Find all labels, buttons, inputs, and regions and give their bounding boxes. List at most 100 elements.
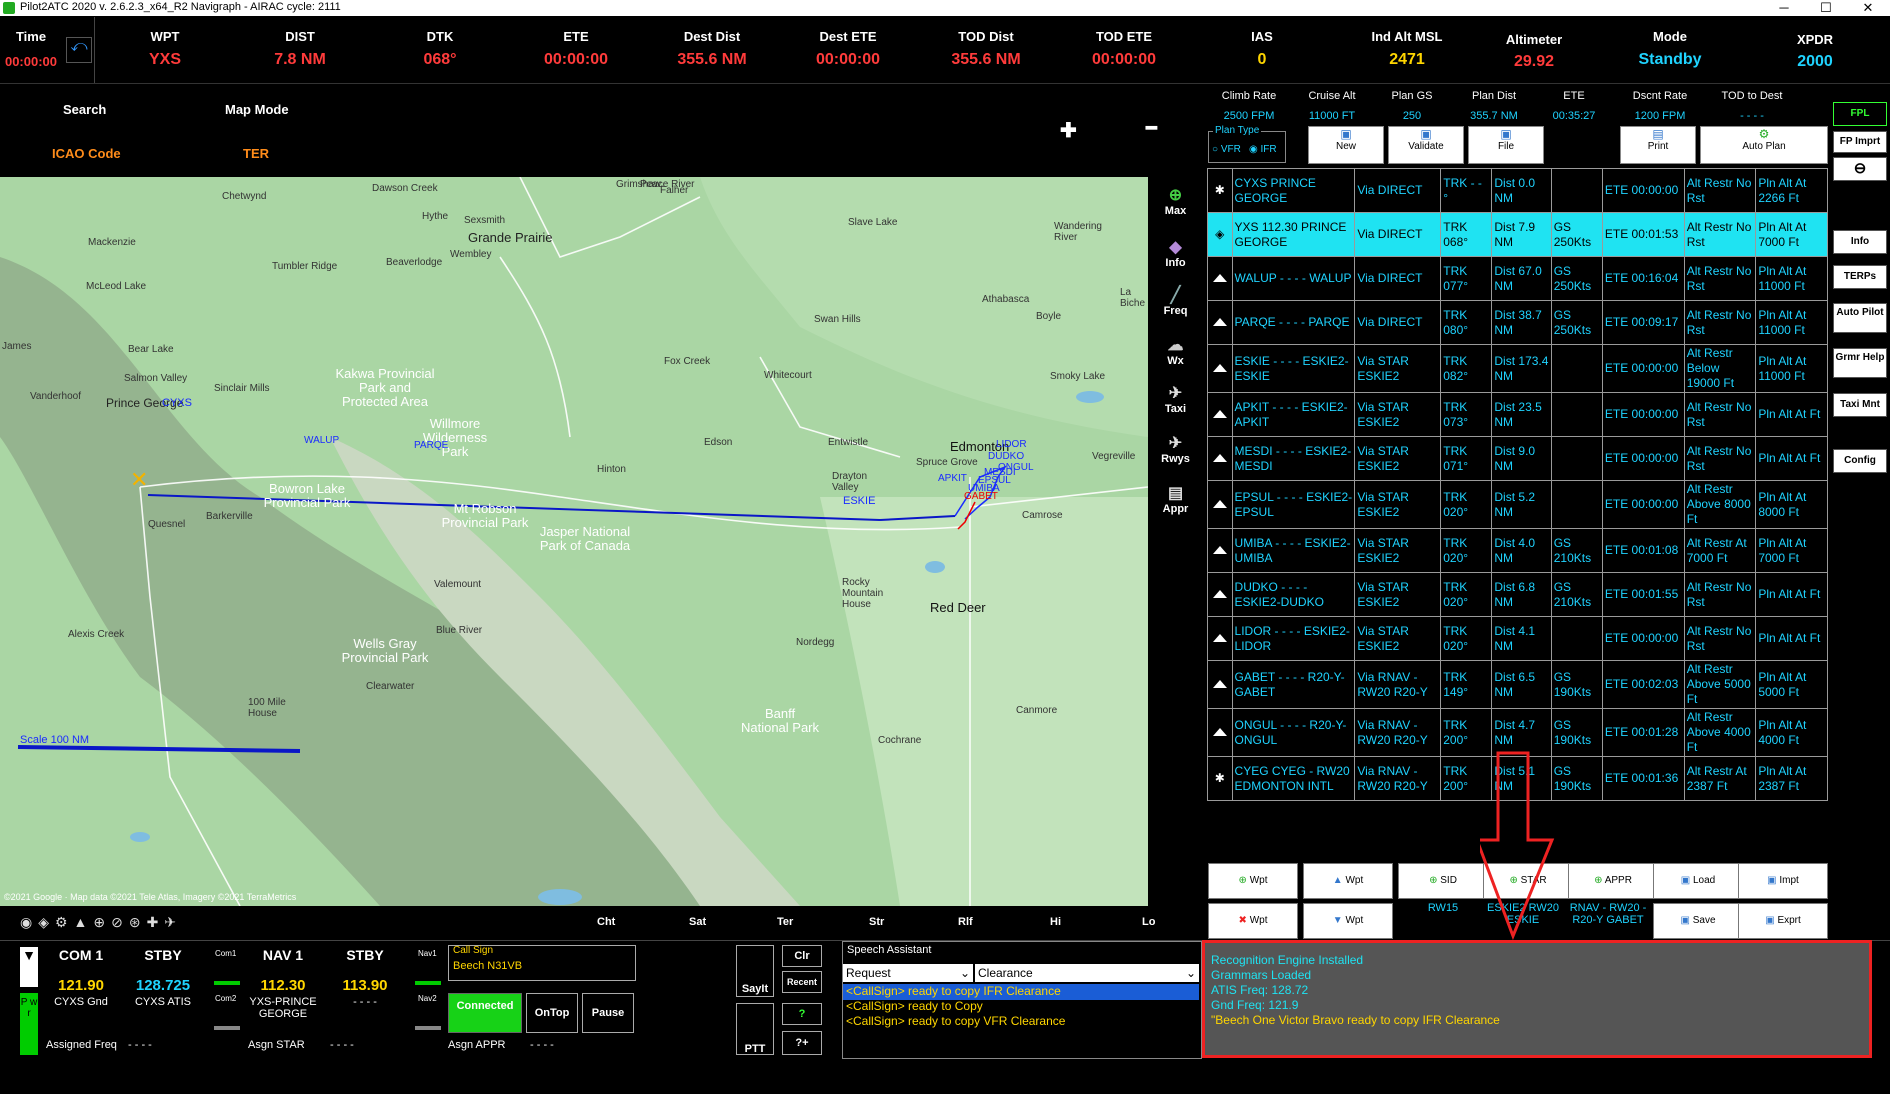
waypoint-cell-c3[interactable]: TRK - - ° (1440, 168, 1493, 213)
waypoint-cell-c5[interactable] (1550, 392, 1603, 437)
waypoint-row[interactable]: EPSUL - - - - ESKIE2-EPSUL Via STAR ESKIE… (1207, 480, 1828, 529)
mode-display[interactable]: Mode Standby (1620, 17, 1720, 69)
waypoint-cell-c4[interactable]: Dist 6.8 NM (1491, 572, 1552, 617)
auto-pilot-button[interactable]: Auto Pilot (1833, 303, 1887, 333)
waypoint-cell-c4[interactable]: Dist 0.0 NM (1491, 168, 1552, 213)
waypoint-cell-c3[interactable]: TRK 068° (1440, 212, 1493, 257)
map-max-button[interactable]: ⊕ Max (1148, 185, 1203, 217)
info-button[interactable]: Info (1833, 230, 1887, 254)
request-dropdown[interactable]: Request ⌄ (843, 964, 973, 982)
map-filter-icons[interactable]: ◉◈⚙▲⊕⊘⊛✚✈ (20, 914, 182, 931)
waypoint-cell-c2[interactable]: Via RNAV - RW20 R20-Y (1354, 756, 1442, 801)
ifr-radio[interactable]: ◉ IFR (1249, 144, 1277, 155)
delete-wpt-button[interactable]: ✖ Wpt (1208, 903, 1298, 939)
waypoint-cell-c7[interactable]: Alt Restr At 7000 Ft (1683, 528, 1757, 573)
waypoint-cell-c5[interactable] (1550, 344, 1603, 393)
waypoint-cell-c8[interactable]: Pln Alt At 2266 Ft (1755, 168, 1828, 213)
waypoint-cell-c2[interactable]: Via DIRECT (1354, 212, 1442, 257)
waypoint-cell-c7[interactable]: Alt Restr No Rst (1683, 256, 1757, 301)
load-button[interactable]: ▣ Load (1653, 863, 1743, 899)
waypoint-cell-c5[interactable]: GS 210Kts (1550, 572, 1603, 617)
move-wpt-up-button[interactable]: ▲ Wpt (1303, 863, 1393, 899)
waypoint-cell-c1[interactable]: DUDKO - - - - ESKIE2-DUDKO (1231, 572, 1356, 617)
waypoint-cell-c6[interactable]: ETE 00:00:00 (1601, 436, 1685, 481)
nav2-active-bar[interactable] (415, 1026, 441, 1030)
waypoint-cell-c1[interactable]: ONGUL - - - - R20-Y-ONGUL (1231, 708, 1356, 757)
waypoint-cell-c6[interactable]: ETE 00:00:00 (1601, 480, 1685, 529)
waypoint-cell-c3[interactable]: TRK 149° (1440, 660, 1493, 709)
print-plan-button[interactable]: ▤ Print (1620, 126, 1696, 164)
waypoint-cell-c4[interactable]: Dist 173.4 NM (1491, 344, 1552, 393)
sayit-button[interactable]: SayIt (736, 945, 774, 997)
waypoint-cell-c2[interactable]: Via STAR ESKIE2 (1354, 480, 1442, 529)
waypoint-cell-c4[interactable]: Dist 23.5 NM (1491, 392, 1552, 437)
pause-button[interactable]: Pause (582, 993, 634, 1033)
sid-button[interactable]: ⊕ SID (1398, 863, 1488, 899)
map-rwys-button[interactable]: ✈ Rwys (1148, 433, 1203, 465)
waypoint-cell-c6[interactable]: ETE 00:02:03 (1601, 660, 1685, 709)
waypoint-row[interactable]: GABET - - - - R20-Y-GABET Via RNAV - RW20… (1207, 660, 1828, 709)
connected-button[interactable]: Connected (448, 993, 522, 1033)
waypoint-cell-c6[interactable]: ETE 00:00:00 (1601, 168, 1685, 213)
help-plus-button[interactable]: ?+ (782, 1031, 822, 1055)
waypoint-cell-c8[interactable]: Pln Alt At 11000 Ft (1755, 344, 1828, 393)
waypoint-cell-c2[interactable]: Via DIRECT (1354, 256, 1442, 301)
waypoint-cell-c5[interactable] (1550, 616, 1603, 661)
waypoint-cell-c8[interactable]: Pln Alt At 4000 Ft (1755, 708, 1828, 757)
waypoint-cell-c2[interactable]: Via RNAV - RW20 R20-Y (1354, 660, 1442, 709)
waypoint-cell-c6[interactable]: ETE 00:09:17 (1601, 300, 1685, 345)
waypoint-cell-c7[interactable]: Alt Restr No Rst (1683, 168, 1757, 213)
speech-item-selected[interactable]: <CallSign> ready to copy IFR Clearance (843, 984, 1199, 1000)
waypoint-row[interactable]: ✱ CYXS PRINCE GEORGE Via DIRECT TRK - - ° Di… (1207, 168, 1828, 213)
waypoint-cell-c8[interactable]: Pln Alt At 5000 Ft (1755, 660, 1828, 709)
waypoint-cell-c7[interactable]: Alt Restr No Rst (1683, 212, 1757, 257)
waypoint-cell-c3[interactable]: TRK 082° (1440, 344, 1493, 393)
waypoint-cell-c4[interactable]: Dist 67.0 NM (1491, 256, 1552, 301)
waypoint-cell-c2[interactable]: Via DIRECT (1354, 168, 1442, 213)
map-info-button[interactable]: ◆ Info (1148, 237, 1203, 269)
waypoint-cell-c6[interactable]: ETE 00:01:08 (1601, 528, 1685, 573)
waypoint-cell-c5[interactable]: GS 250Kts (1550, 300, 1603, 345)
waypoint-cell-c7[interactable]: Alt Restr No Rst (1683, 392, 1757, 437)
map-mode-ter-button[interactable]: TER (243, 146, 269, 161)
waypoint-cell-c4[interactable]: Dist 6.5 NM (1491, 660, 1552, 709)
waypoint-cell-c4[interactable]: Dist 38.7 NM (1491, 300, 1552, 345)
waypoint-row[interactable]: PARQE - - - - PARQE Via DIRECT TRK 080° Dis… (1207, 300, 1828, 345)
nav1-active-bar[interactable] (415, 981, 441, 985)
move-wpt-down-button[interactable]: ▼ Wpt (1303, 903, 1393, 939)
waypoint-cell-c5[interactable] (1550, 436, 1603, 481)
waypoint-cell-c4[interactable]: Dist 5.2 NM (1491, 480, 1552, 529)
recent-button[interactable]: Recent (782, 971, 822, 993)
zoom-out-button[interactable]: ━ (1146, 118, 1157, 139)
collapse-button[interactable]: ▼ (20, 947, 38, 987)
waypoint-cell-c2[interactable]: Via STAR ESKIE2 (1354, 392, 1442, 437)
waypoint-cell-c2[interactable]: Via STAR ESKIE2 (1354, 528, 1442, 573)
fpl-button[interactable]: FPL (1833, 102, 1887, 126)
waypoint-cell-c5[interactable]: GS 250Kts (1550, 256, 1603, 301)
waypoint-cell-c5[interactable]: GS 250Kts (1550, 212, 1603, 257)
waypoint-cell-c1[interactable]: CYXS PRINCE GEORGE (1231, 168, 1356, 213)
waypoint-cell-c6[interactable]: ETE 00:00:00 (1601, 344, 1685, 393)
appr-button[interactable]: ⊕ APPR (1568, 863, 1658, 899)
waypoint-cell-c2[interactable]: Via RNAV - RW20 R20-Y (1354, 708, 1442, 757)
map-appr-button[interactable]: ▤ Appr (1148, 483, 1203, 515)
clearance-dropdown[interactable]: Clearance ⌄ (975, 964, 1199, 982)
icao-code-button[interactable]: ICAO Code (52, 146, 121, 161)
com1-display[interactable]: COM 1 121.90 CYXS Gnd (46, 947, 116, 1008)
ptt-button[interactable]: PTT (736, 1003, 774, 1055)
ontop-button[interactable]: OnTop (526, 993, 578, 1033)
waypoint-cell-c3[interactable]: TRK 020° (1440, 480, 1493, 529)
waypoint-row[interactable]: APKIT - - - - ESKIE2-APKIT Via STAR ESKIE… (1207, 392, 1828, 437)
waypoint-cell-c1[interactable]: YXS 112.30 PRINCE GEORGE (1231, 212, 1356, 257)
waypoint-row[interactable]: UMIBA - - - - ESKIE2-UMIBA Via STAR ESKIE… (1207, 528, 1828, 573)
power-button[interactable]: P w r (20, 993, 38, 1055)
waypoint-cell-c8[interactable]: Pln Alt At Ft (1755, 616, 1828, 661)
dscnt-rate-stat[interactable]: Dscnt Rate 1200 FPM (1620, 90, 1700, 122)
help-button[interactable]: ? (782, 1003, 822, 1025)
waypoint-cell-c3[interactable]: TRK 080° (1440, 300, 1493, 345)
compass-button[interactable]: ⊖ (1833, 157, 1887, 181)
waypoint-cell-c6[interactable]: ETE 00:01:36 (1601, 756, 1685, 801)
waypoint-cell-c2[interactable]: Via STAR ESKIE2 (1354, 344, 1442, 393)
waypoint-cell-c1[interactable]: EPSUL - - - - ESKIE2-EPSUL (1231, 480, 1356, 529)
map-lo-button[interactable]: Lo (1142, 916, 1155, 928)
